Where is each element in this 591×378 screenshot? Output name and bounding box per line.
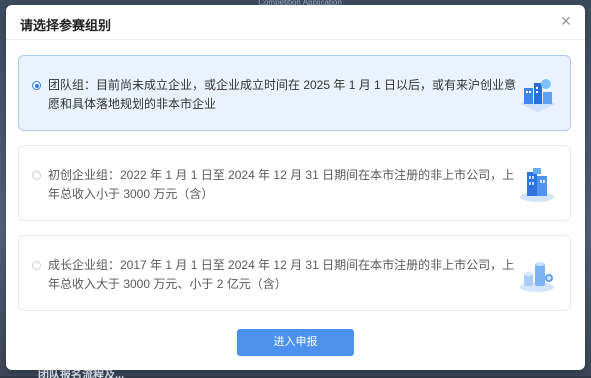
close-icon[interactable]: ✕ — [559, 14, 573, 28]
option-description: 团队组：目前尚未成立企业，或企业成立时间在 2025 年 1 月 1 日以后，或… — [48, 78, 517, 111]
option-team-group[interactable]: 团队组：目前尚未成立企业，或企业成立时间在 2025 年 1 月 1 日以后，或… — [18, 55, 571, 131]
option-startup-group[interactable]: 初创企业组：2022 年 1 月 1 日至 2024 年 12 月 31 日期间… — [18, 145, 571, 221]
dialog-title: 请选择参赛组别 — [20, 18, 112, 33]
radio-button[interactable] — [32, 81, 41, 90]
submit-button[interactable]: 进入申报 — [237, 329, 354, 356]
option-description: 初创企业组：2022 年 1 月 1 日至 2024 年 12 月 31 日期间… — [48, 168, 515, 201]
radio-button[interactable] — [32, 171, 41, 180]
dialog-header: 请选择参赛组别 ✕ — [6, 5, 585, 40]
option-growth-group[interactable]: 成长企业组：2017 年 1 月 1 日至 2024 年 12 月 31 日期间… — [18, 235, 571, 311]
option-description: 成长企业组：2017 年 1 月 1 日至 2024 年 12 月 31 日期间… — [48, 258, 515, 291]
growth-coins-icon — [520, 262, 554, 292]
radio-dot — [34, 83, 39, 88]
team-illustration-icon — [520, 79, 556, 112]
radio-button[interactable] — [32, 261, 41, 270]
startup-building-icon — [520, 168, 554, 202]
group-select-dialog: 请选择参赛组别 ✕ 团队组：目前尚未成立企业，或企业成立时间在 2025 年 1… — [6, 5, 585, 370]
